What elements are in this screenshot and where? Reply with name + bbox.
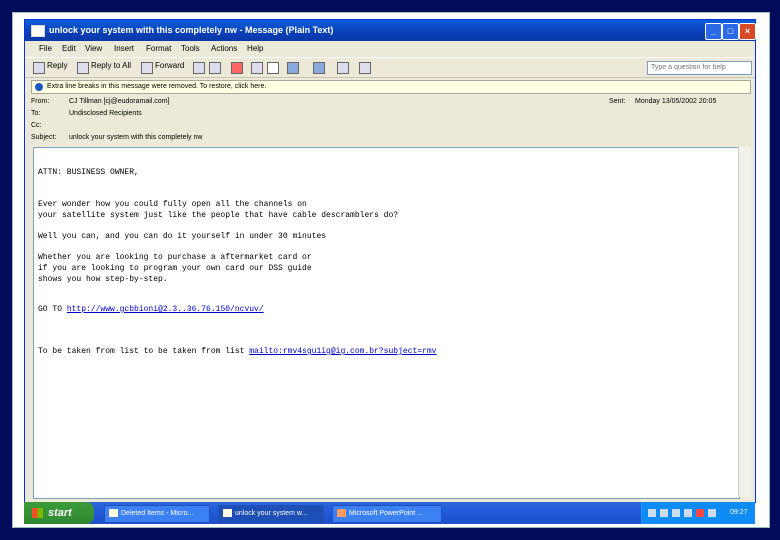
- menu-format[interactable]: Format: [146, 44, 171, 53]
- tray-icon[interactable]: [672, 509, 680, 517]
- windows-logo-icon: [32, 508, 43, 518]
- envelope-icon: [31, 25, 45, 37]
- cc-label: Cc:: [31, 122, 42, 129]
- envelope-icon: [223, 509, 232, 518]
- sent-label: Sent:: [609, 98, 626, 105]
- start-label: start: [48, 507, 72, 519]
- next-item-icon[interactable]: [313, 62, 325, 74]
- help-icon[interactable]: [359, 62, 371, 74]
- print-icon[interactable]: [193, 62, 205, 74]
- reply-icon: [33, 62, 45, 74]
- flag-icon[interactable]: [231, 62, 243, 74]
- reply-all-button[interactable]: Reply to All: [91, 61, 131, 70]
- tray-icon[interactable]: [648, 509, 656, 517]
- task-label: unlock your system w...: [235, 510, 308, 517]
- remove-line: To be taken from list to be taken from l…: [38, 347, 436, 356]
- menu-tools[interactable]: Tools: [181, 44, 200, 53]
- mail-icon[interactable]: [209, 62, 221, 74]
- menu-insert[interactable]: Insert: [114, 44, 134, 53]
- outlook-icon: [109, 509, 118, 518]
- menu-actions[interactable]: Actions: [211, 44, 237, 53]
- menu-view[interactable]: View: [85, 44, 102, 53]
- previous-item-icon[interactable]: [287, 62, 299, 74]
- task-label: Deleted Items - Micro...: [121, 510, 194, 517]
- menu-file[interactable]: File: [39, 44, 52, 53]
- subject-value: unlock your system with this completely …: [69, 134, 203, 141]
- tray-icon[interactable]: [684, 509, 692, 517]
- minimize-button[interactable]: _: [705, 23, 722, 40]
- message-window: unlock your system with this completely …: [24, 19, 756, 503]
- paragraph-3-line-3: shows you how step-by-step.: [38, 275, 168, 284]
- sent-value: Monday 13/05/2002 20:05: [635, 98, 717, 105]
- address-book-icon[interactable]: [337, 62, 349, 74]
- window-title: unlock your system with this completely …: [49, 25, 334, 35]
- paragraph-3-line-1: Whether you are looking to purchase a af…: [38, 253, 312, 262]
- info-bar[interactable]: Extra line breaks in this message were r…: [31, 80, 751, 94]
- greeting: ATTN: BUSINESS OWNER,: [38, 168, 139, 177]
- move-icon[interactable]: [251, 62, 263, 74]
- from-label: From:: [31, 98, 50, 105]
- task-message[interactable]: unlock your system w...: [218, 505, 324, 523]
- paragraph-1-line-2: your satellite system just like the peop…: [38, 211, 399, 220]
- goto-line: GO TO http://www.gcbbioni@2.3..36.76.150…: [38, 305, 264, 314]
- system-tray: 09:27: [641, 502, 755, 524]
- to-label: To:: [31, 110, 41, 117]
- reply-button[interactable]: Reply: [47, 61, 67, 70]
- paragraph-1-line-1: Ever wonder how you could fully open all…: [38, 200, 307, 209]
- forward-button[interactable]: Forward: [155, 61, 184, 70]
- subject-label: Subject:: [31, 134, 57, 141]
- info-icon: [35, 83, 43, 91]
- title-bar[interactable]: unlock your system with this completely …: [25, 20, 756, 41]
- powerpoint-icon: [337, 509, 346, 518]
- start-button[interactable]: start: [24, 502, 94, 524]
- tray-icon[interactable]: [696, 509, 704, 517]
- remove-text: To be taken from list to be taken from l…: [38, 347, 250, 356]
- task-powerpoint[interactable]: Microsoft PowerPoint ...: [332, 505, 442, 523]
- paragraph-2: Well you can, and you can do it yourself…: [38, 232, 327, 241]
- message-body[interactable]: ATTN: BUSINESS OWNER, Ever wonder how yo…: [33, 147, 740, 499]
- mailto-link[interactable]: mailto:rmv4sgu1ig@ig.com.br?subject=rmv: [249, 347, 436, 356]
- menu-help[interactable]: Help: [247, 44, 263, 53]
- menu-bar: File Edit View Insert Format Tools Actio…: [25, 41, 755, 75]
- info-bar-text: Extra line breaks in this message were r…: [47, 83, 267, 90]
- vertical-scrollbar[interactable]: [738, 147, 751, 497]
- paragraph-3-line-2: if you are looking to program your own c…: [38, 264, 312, 273]
- maximize-button[interactable]: □: [722, 23, 739, 40]
- goto-label: GO TO: [38, 305, 67, 314]
- task-deleted-items[interactable]: Deleted Items - Micro...: [104, 505, 210, 523]
- spam-link[interactable]: http://www.gcbbioni@2.3..36.76.150/ncvuv…: [67, 305, 264, 314]
- taskbar: start Deleted Items - Micro... unlock yo…: [24, 502, 755, 524]
- tray-icon[interactable]: [660, 509, 668, 517]
- forward-icon: [141, 62, 153, 74]
- delete-icon[interactable]: [267, 62, 279, 74]
- close-button[interactable]: ×: [739, 23, 756, 40]
- tray-icon[interactable]: [708, 509, 716, 517]
- task-label: Microsoft PowerPoint ...: [349, 510, 423, 517]
- to-value: Undisclosed Recipients: [69, 110, 142, 117]
- reply-all-icon: [77, 62, 89, 74]
- toolbar: Reply Reply to All Forward: [25, 57, 755, 78]
- from-value: CJ Tillman [cj@eudoramail.com]: [69, 98, 170, 105]
- clock: 09:27: [730, 509, 748, 516]
- menu-edit[interactable]: Edit: [62, 44, 76, 53]
